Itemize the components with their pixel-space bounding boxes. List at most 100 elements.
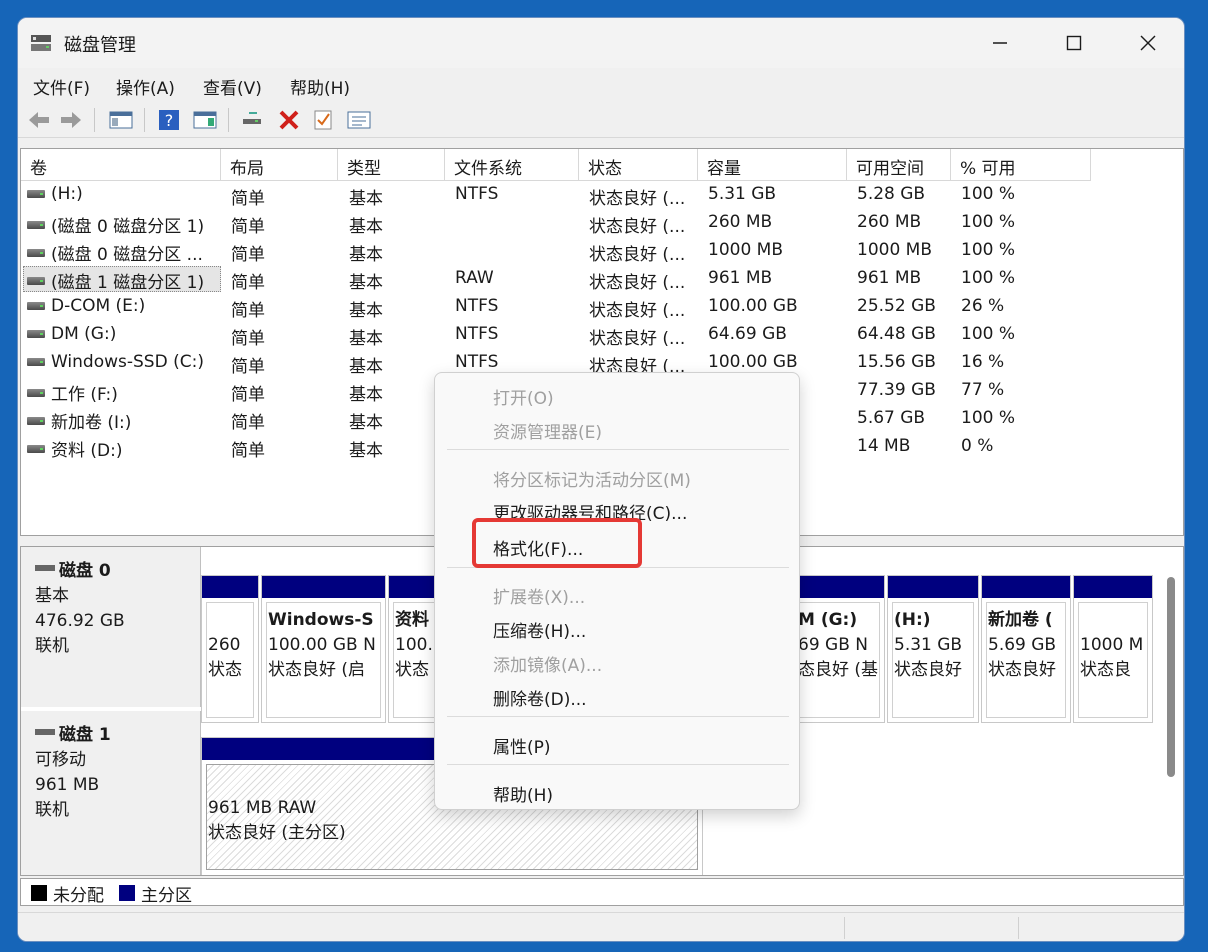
menu-delete-volume[interactable]: 删除卷(D)... xyxy=(493,685,587,710)
menu-add-mirror[interactable]: 添加镜像(A)... xyxy=(493,651,602,676)
table-cell: 100 % xyxy=(961,268,1016,288)
column-header-status[interactable]: 状态 xyxy=(579,149,698,181)
disk-0-partition[interactable]: 新加卷 (5.69 GB 状态良好 xyxy=(981,575,1071,723)
partition-text: 资料 xyxy=(395,610,429,630)
table-cell: 资料 (D:) xyxy=(27,436,123,461)
menu-explorer[interactable]: 资源管理器(E) xyxy=(493,418,602,443)
maximize-icon xyxy=(1066,35,1082,51)
table-cell: 简单 xyxy=(231,413,265,433)
table-cell: (磁盘 0 磁盘分区 1) xyxy=(27,212,204,237)
close-icon xyxy=(1140,35,1156,51)
table-cell: 简单 xyxy=(231,189,265,209)
connect-button[interactable] xyxy=(240,107,266,133)
table-cell: 基本 xyxy=(349,301,383,321)
volume-name: (H:) xyxy=(51,184,83,204)
partition-text: 100. xyxy=(395,635,433,655)
drive-icon xyxy=(27,330,45,338)
table-cell: 简单 xyxy=(231,217,265,237)
menu-help-item[interactable]: 帮助(H) xyxy=(493,781,553,806)
primary-partition-swatch xyxy=(119,885,135,901)
menu-extend-volume[interactable]: 扩展卷(X)... xyxy=(493,583,585,608)
menu-help[interactable]: 帮助(H) xyxy=(290,74,350,99)
back-button[interactable] xyxy=(26,107,52,133)
table-cell: 15.56 GB xyxy=(857,352,936,372)
delete-button[interactable] xyxy=(276,107,302,133)
table-row[interactable]: (磁盘 0 磁盘分区 ... 简单 基本 状态良好 (... 1000 MB 1000 M… xyxy=(21,237,1183,265)
partition-text: 5.69 GB xyxy=(988,635,1057,655)
format-highlight-box xyxy=(472,518,642,568)
table-row[interactable]: (磁盘 1 磁盘分区 1) 简单 基本 RAW 状态良好 (... 961 MB 961 M… xyxy=(21,265,1183,293)
menu-view[interactable]: 查看(V) xyxy=(203,74,262,99)
action-pane-icon xyxy=(193,111,217,129)
maximize-button[interactable] xyxy=(1042,18,1106,68)
table-cell: 961 MB xyxy=(708,268,773,288)
column-header-type[interactable]: 类型 xyxy=(338,149,445,181)
forward-arrow-icon xyxy=(61,112,81,128)
table-cell: 基本 xyxy=(349,273,383,293)
partition-text: 5.31 GB xyxy=(894,635,963,655)
table-cell: 0 % xyxy=(961,436,994,456)
column-header-volume[interactable]: 卷 xyxy=(21,149,221,181)
column-header-percent-free[interactable]: % 可用 xyxy=(951,149,1091,181)
table-cell: 961 MB xyxy=(857,268,922,288)
disk-0-partition[interactable]: 1000 M 状态良 xyxy=(1073,575,1153,723)
menu-mark-active[interactable]: 将分区标记为活动分区(M) xyxy=(493,466,691,491)
partition-text: 新加卷 ( xyxy=(988,610,1053,630)
disk-1-label[interactable]: 磁盘 1 可移动 961 MB 联机 xyxy=(21,711,201,875)
table-cell: NTFS xyxy=(455,352,499,372)
menu-shrink-volume[interactable]: 压缩卷(H)... xyxy=(493,617,586,642)
disk-0-partition[interactable]: M (G:) 69 GB N 态良好 (基 xyxy=(791,575,885,723)
volume-name: (磁盘 1 磁盘分区 1) xyxy=(51,273,205,293)
disk-0-partition[interactable]: (H:) 5.31 GB 状态良好 xyxy=(887,575,979,723)
menu-open[interactable]: 打开(O) xyxy=(493,384,554,409)
disk-0-partition[interactable]: 260 状态 xyxy=(201,575,259,723)
close-button[interactable] xyxy=(1116,18,1180,68)
table-cell: 1000 MB xyxy=(857,240,932,260)
partition-text: 状态良好 xyxy=(894,660,962,680)
column-header-filesystem[interactable]: 文件系统 xyxy=(445,149,579,181)
table-cell: 260 MB xyxy=(708,212,773,232)
partition-text: 100.00 GB N xyxy=(268,635,376,655)
forward-button[interactable] xyxy=(58,107,84,133)
disk-0-label[interactable]: 磁盘 0 基本 476.92 GB 联机 xyxy=(21,547,201,707)
table-cell: 基本 xyxy=(349,329,383,349)
column-header-layout[interactable]: 布局 xyxy=(221,149,338,181)
column-header-free-space[interactable]: 可用空间 xyxy=(847,149,951,181)
table-cell: 基本 xyxy=(349,189,383,209)
table-row[interactable]: DM (G:) 简单 基本 NTFS 状态良好 (... 64.69 GB 64.48 GB… xyxy=(21,321,1183,349)
table-row[interactable]: D-COM (E:) 简单 基本 NTFS 状态良好 (... 100.00 GB 25.5… xyxy=(21,293,1183,321)
menu-file[interactable]: 文件(F) xyxy=(33,74,90,99)
delete-x-icon xyxy=(279,110,299,130)
graph-scrollbar[interactable] xyxy=(1167,577,1175,777)
status-bar xyxy=(18,912,1184,941)
table-cell: 状态良好 (... xyxy=(589,217,686,237)
console-tree-button[interactable] xyxy=(108,107,134,133)
column-header-capacity[interactable]: 容量 xyxy=(698,149,847,181)
volume-name: 工作 (F:) xyxy=(51,385,118,405)
minimize-button[interactable] xyxy=(968,18,1032,68)
volume-name: 新加卷 (I:) xyxy=(51,413,132,433)
menu-properties[interactable]: 属性(P) xyxy=(493,733,551,758)
table-cell: 基本 xyxy=(349,413,383,433)
legend-primary: 主分区 xyxy=(141,886,192,906)
table-cell: 基本 xyxy=(349,441,383,461)
properties-button[interactable] xyxy=(346,107,372,133)
table-row[interactable]: (磁盘 0 磁盘分区 1) 简单 基本 状态良好 (... 260 MB 260 MB 10… xyxy=(21,209,1183,237)
volume-name: DM (G:) xyxy=(51,324,117,344)
check-button[interactable] xyxy=(310,107,336,133)
table-cell: 简单 xyxy=(231,329,265,349)
action-pane-button[interactable] xyxy=(192,107,218,133)
table-row[interactable]: (H:) 简单 基本 NTFS 状态良好 (... 5.31 GB 5.28 GB 100 % xyxy=(21,181,1183,209)
table-cell: 5.31 GB xyxy=(708,184,777,204)
disk-1-size: 961 MB xyxy=(35,775,100,795)
title-bar: 磁盘管理 xyxy=(18,18,1184,68)
menu-action[interactable]: 操作(A) xyxy=(116,74,175,99)
drive-icon xyxy=(27,190,45,198)
table-cell: 简单 xyxy=(231,245,265,265)
help-button[interactable]: ? xyxy=(156,107,182,133)
connect-icon xyxy=(243,112,261,124)
disk-drive-icon xyxy=(35,564,55,571)
svg-text:?: ? xyxy=(165,111,174,130)
disk-0-partition[interactable]: Windows-S 100.00 GB N 状态良好 (启 xyxy=(261,575,386,723)
toolbar: ? xyxy=(18,102,1184,138)
